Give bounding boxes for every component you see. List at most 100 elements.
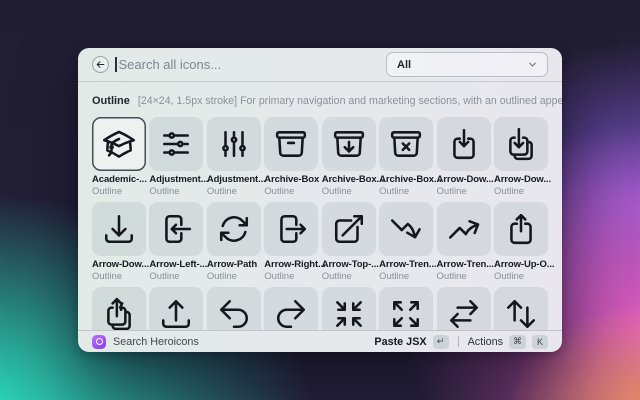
arrow-up-on-square-stack-icon	[102, 297, 136, 330]
arrow-down-on-square-icon	[447, 127, 481, 161]
icon-style-label: Outline	[493, 271, 525, 282]
icon-grid-cell	[206, 287, 261, 330]
icon-label: Academic-...	[92, 174, 147, 185]
icon-grid-cell	[149, 287, 204, 330]
arrow-left-icon	[96, 60, 105, 69]
icon-style-label: Outline	[379, 186, 410, 197]
icon-label: Arrow-Right...	[264, 259, 326, 270]
icon-label: Arrow-Up-O...	[493, 259, 555, 270]
icon-grid-cell	[321, 287, 376, 330]
arrows-right-left-icon	[447, 297, 481, 330]
icon-tile-arrow-top-right-on-square[interactable]	[321, 202, 376, 256]
icon-style-label: Outline	[436, 186, 467, 197]
adjustments-vertical-icon	[217, 127, 251, 161]
icon-style-label: Outline	[379, 271, 410, 282]
icon-tile-archive-box-arrow-down[interactable]	[321, 117, 376, 171]
search-input[interactable]	[118, 48, 386, 81]
text-cursor	[115, 57, 117, 72]
icon-grid-cell: Arrow-Right... Outline	[264, 202, 326, 282]
arrow-down-on-square-stack-icon	[504, 127, 538, 161]
icon-label: Adjustment...	[149, 174, 209, 185]
filter-dropdown[interactable]: All	[386, 52, 548, 77]
icon-style-label: Outline	[321, 186, 352, 197]
icon-grid-cell: Arrow-Tren... Outline	[379, 202, 437, 282]
icon-label: Adjustment...	[206, 174, 266, 185]
icon-grid-cell	[493, 287, 548, 330]
icon-grid-viewport: Academic-... Outline Adjustment... Outli…	[78, 117, 562, 330]
arrow-trending-down-icon	[389, 212, 423, 246]
icon-style-label: Outline	[149, 186, 180, 197]
icon-label: Arrow-Tren...	[379, 259, 437, 270]
icon-grid-cell: Archive-Box... Outline	[321, 117, 384, 197]
footer-app-label: Search Heroicons	[113, 335, 199, 348]
icon-tile-arrows-pointing-in[interactable]	[321, 287, 376, 330]
icon-label: Arrow-Top-...	[321, 259, 379, 270]
icon-label: Arrow-Dow...	[436, 174, 494, 185]
icon-label: Arrow-Left-...	[149, 259, 208, 270]
icon-tile-archive-box-x-mark[interactable]	[379, 117, 434, 171]
icon-tile-arrow-up-on-square-stack[interactable]	[92, 287, 146, 330]
paste-jsx-button[interactable]: Paste JSX	[374, 336, 426, 348]
icon-grid-cell: Adjustment... Outline	[206, 117, 266, 197]
icon-label: Archive-Box	[264, 174, 320, 185]
section-title: Outline	[92, 94, 130, 107]
icon-grid-cell	[436, 287, 491, 330]
icon-tile-arrow-right-on-rectangle[interactable]	[264, 202, 319, 256]
desktop-background: All Outline [24×24, 1.5px stroke] For pr…	[0, 0, 640, 400]
filter-dropdown-value: All	[397, 58, 412, 71]
icon-tile-adjustments-horizontal[interactable]	[149, 117, 204, 171]
icon-label: Arrow-Path	[206, 259, 258, 270]
back-button[interactable]	[92, 56, 109, 73]
icon-label: Archive-Box...	[379, 174, 442, 185]
icon-grid-cell	[92, 287, 146, 330]
icon-style-label: Outline	[206, 271, 237, 282]
icon-tile-arrows-right-left[interactable]	[436, 287, 491, 330]
icon-style-label: Outline	[149, 271, 180, 282]
icon-grid-cell: Arrow-Left-... Outline	[149, 202, 208, 282]
search-header: All	[78, 48, 562, 82]
icon-grid-cell: Archive-Box Outline	[264, 117, 320, 197]
heroicons-logo-icon	[92, 334, 106, 349]
icon-tile-academic-cap[interactable]	[92, 117, 146, 171]
icon-style-label: Outline	[206, 186, 237, 197]
arrow-uturn-right-icon	[274, 297, 308, 330]
icon-tile-arrow-up-tray[interactable]	[149, 287, 204, 330]
icon-tile-arrow-up-on-square[interactable]	[493, 202, 548, 256]
academic-cap-icon	[102, 127, 136, 161]
arrow-uturn-left-icon	[217, 297, 251, 330]
enter-key-badge: ↵	[432, 334, 449, 349]
archive-box-icon	[274, 127, 308, 161]
icon-tile-arrow-path[interactable]	[206, 202, 261, 256]
arrow-path-icon	[217, 212, 251, 246]
icon-grid-cell: Arrow-Up-O... Outline	[493, 202, 555, 282]
icon-grid: Academic-... Outline Adjustment... Outli…	[92, 117, 555, 330]
actions-button[interactable]: Actions	[468, 336, 503, 348]
icon-style-label: Outline	[264, 186, 295, 197]
icon-grid-cell: Arrow-Dow... Outline	[493, 117, 551, 197]
icon-tile-arrow-uturn-left[interactable]	[206, 287, 261, 330]
arrows-pointing-in-icon	[332, 297, 366, 330]
icon-tile-arrow-uturn-right[interactable]	[264, 287, 319, 330]
icon-tile-adjustments-vertical[interactable]	[206, 117, 261, 171]
chevron-down-icon	[528, 60, 537, 69]
icon-tile-arrow-down-tray[interactable]	[92, 202, 146, 256]
icon-grid-cell: Arrow-Dow... Outline	[436, 117, 494, 197]
arrow-up-on-square-icon	[504, 212, 538, 246]
icon-grid-cell: Arrow-Tren... Outline	[436, 202, 494, 282]
icon-style-label: Outline	[321, 271, 352, 282]
arrow-right-on-rectangle-icon	[274, 212, 308, 246]
icon-label: Arrow-Tren...	[436, 259, 494, 270]
icon-tile-arrow-down-on-square-stack[interactable]	[493, 117, 548, 171]
icon-tile-arrows-up-down[interactable]	[493, 287, 548, 330]
arrow-down-tray-icon	[102, 212, 136, 246]
footer-actions: Paste JSX ↵ Actions ⌘ K	[374, 334, 548, 349]
icon-tile-arrows-pointing-out[interactable]	[379, 287, 434, 330]
icon-tile-arrow-left-on-rectangle[interactable]	[149, 202, 204, 256]
archive-box-arrow-down-icon	[332, 127, 366, 161]
icon-tile-arrow-trending-down[interactable]	[379, 202, 434, 256]
icon-tile-arrow-down-on-square[interactable]	[436, 117, 491, 171]
footer-bar: Search Heroicons Paste JSX ↵ Actions ⌘ K	[78, 330, 562, 352]
arrows-up-down-icon	[504, 297, 538, 330]
icon-tile-archive-box[interactable]	[264, 117, 319, 171]
icon-tile-arrow-trending-up[interactable]	[436, 202, 491, 256]
